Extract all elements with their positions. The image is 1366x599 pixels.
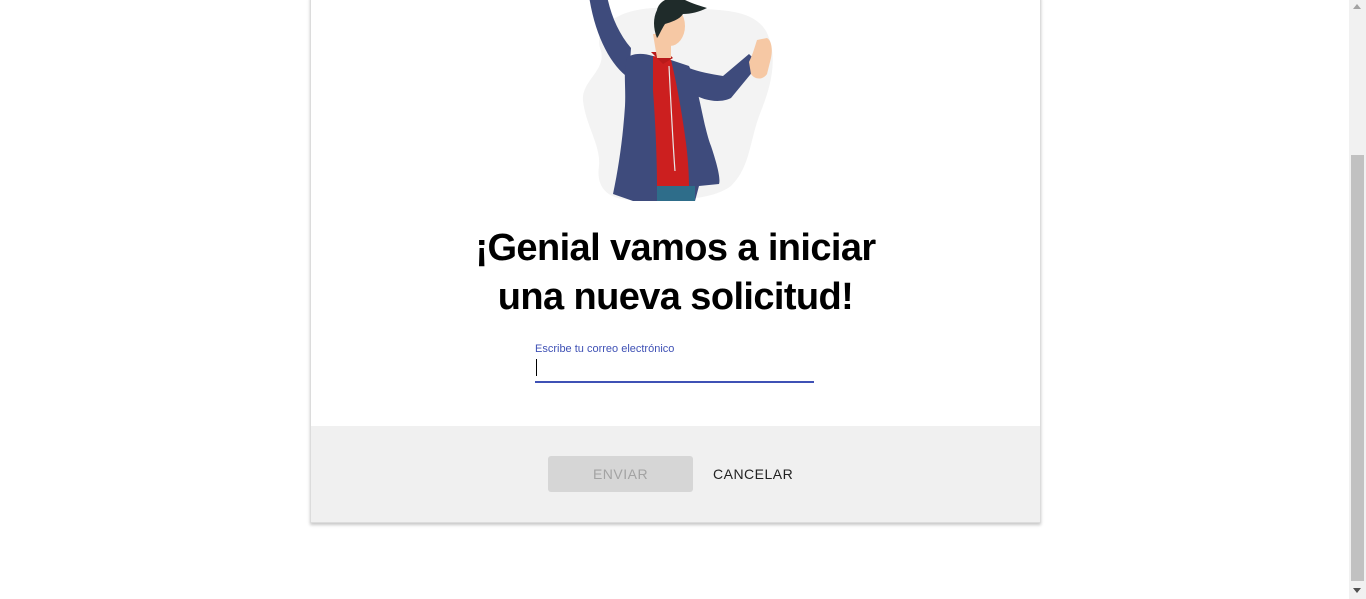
title-line-2: una nueva solicitud! [497, 276, 854, 318]
new-request-dialog: ¡Genial vamos a iniciar una nueva solici… [310, 0, 1041, 523]
email-field-label: Escribe tu correo electrónico [535, 343, 675, 355]
email-field-container: Escribe tu correo electrónico [535, 342, 814, 383]
person-celebrating-illustration [582, 0, 773, 201]
scroll-up-arrow-icon[interactable] [1353, 4, 1361, 9]
text-caret [536, 359, 537, 376]
scroll-down-arrow-icon[interactable] [1353, 588, 1361, 593]
page-title: ¡Genial vamos a iniciar una nueva solici… [311, 224, 1040, 322]
dialog-actions: ENVIAR CANCELAR [311, 426, 1040, 522]
scrollbar-thumb[interactable] [1351, 155, 1364, 581]
cancel-button[interactable]: CANCELAR [707, 456, 799, 492]
send-button[interactable]: ENVIAR [548, 456, 693, 492]
email-field[interactable] [535, 357, 814, 383]
page: ¡Genial vamos a iniciar una nueva solici… [0, 0, 1366, 599]
title-line-1: ¡Genial vamos a iniciar [475, 227, 876, 269]
vertical-scrollbar[interactable] [1349, 0, 1366, 599]
